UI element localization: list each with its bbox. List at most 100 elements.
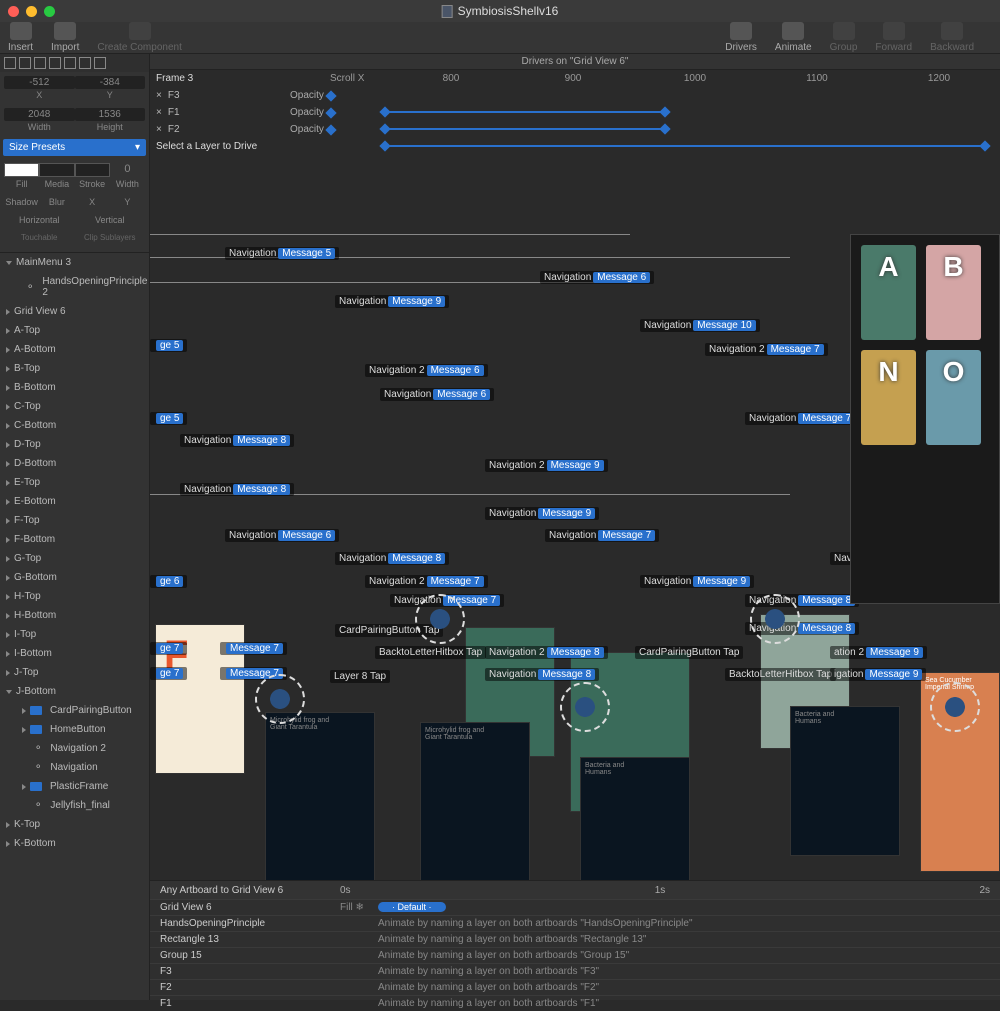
timeline-row[interactable]: F1Animate by naming a layer on both artb… [150,995,1000,1011]
minimize-window[interactable] [26,6,37,17]
layer-item[interactable]: D-Bottom [0,454,149,473]
layer-item[interactable]: I-Top [0,625,149,644]
artboard-g-detail[interactable]: Microhylid frog andGiant Tarantula [420,722,530,902]
navigation-tag[interactable]: NavigationMessage 6 [380,388,494,401]
navigation-tag[interactable]: Message 7 [220,642,287,655]
animate-button[interactable]: Animate [775,22,812,53]
layer-item[interactable]: K-Bottom [0,834,149,853]
navigation-tag[interactable]: NavigationMessage 9 [640,575,754,588]
layer-item[interactable]: J-Bottom [0,682,149,701]
layer-item[interactable]: ⚬Jellyfish_final [0,796,149,815]
navigation-tag[interactable]: NavigationMessage 9 [485,507,599,520]
navigation-tag[interactable]: ge 5 [150,339,187,352]
navigation-tag[interactable]: Navigation 2Message 8 [485,646,608,659]
navigation-tag[interactable]: Layer 8 Tap [330,670,390,683]
layer-item[interactable]: MainMenu 3 [0,253,149,272]
navigation-tag[interactable]: CardPairingButton Tap [635,646,743,659]
driver-track-f2[interactable] [385,145,985,147]
artboard-f-detail[interactable]: Microhylid frog andGiant Tarantula [265,712,375,892]
stroke-width-input[interactable]: 0 [110,163,145,177]
fill-swatch[interactable] [4,163,39,177]
stroke-swatch[interactable] [75,163,110,177]
navigation-tag[interactable]: ge 6 [150,575,187,588]
layer-item[interactable]: H-Top [0,587,149,606]
backward-button[interactable]: Backward [930,22,974,53]
timeline-row[interactable]: Group 15Animate by naming a layer on bot… [150,947,1000,963]
timeline-row[interactable]: Grid View 6Fill ❄· Default · [150,899,1000,915]
navigation-tag[interactable]: ge 7 [150,642,187,655]
navigation-tag[interactable]: NavigationMessage 5 [225,247,339,260]
artboard-i-detail[interactable]: Bacteria andHumans [790,706,900,856]
preview-card-n[interactable]: N [861,350,916,445]
import-button[interactable]: Import [51,22,79,53]
layer-item[interactable]: Grid View 6 [0,302,149,321]
height-input[interactable]: 1536 [75,108,146,121]
layer-item[interactable]: J-Top [0,663,149,682]
drivers-button[interactable]: Drivers [725,22,757,53]
media-input[interactable] [39,163,74,177]
group-button[interactable]: Group [830,22,858,53]
layer-item[interactable]: D-Top [0,435,149,454]
timeline-row[interactable]: F3Animate by naming a layer on both artb… [150,963,1000,979]
navigation-tag[interactable]: NavigationMessage 6 [540,271,654,284]
layer-item[interactable]: ⚬HandsOpeningPrinciple 2 [0,272,149,302]
layer-item[interactable]: H-Bottom [0,606,149,625]
layer-item[interactable]: PlasticFrame [0,777,149,796]
timeline-row[interactable]: Rectangle 13Animate by naming a layer on… [150,931,1000,947]
close-window[interactable] [8,6,19,17]
maximize-window[interactable] [44,6,55,17]
layer-item[interactable]: ⚬Navigation 2 [0,739,149,758]
preview-card-o[interactable]: O [926,350,981,445]
navigation-tag[interactable]: NavigationMessage 6 [225,529,339,542]
navigation-tag[interactable]: NavigationMessage 8 [180,434,294,447]
create-component-button[interactable]: Create Component [97,22,182,53]
navigation-tag[interactable]: NavigationMessage 10 [640,319,760,332]
forward-button[interactable]: Forward [875,22,912,53]
width-input[interactable]: 2048 [4,108,75,121]
preview-card-a[interactable]: A [861,245,916,340]
y-input[interactable]: -384 [75,76,146,89]
navigation-tag[interactable]: Navigation 2Message 6 [365,364,488,377]
size-presets-dropdown[interactable]: Size Presets▾ [3,139,146,156]
layer-item[interactable]: G-Top [0,549,149,568]
layer-item[interactable]: C-Bottom [0,416,149,435]
navigation-tag[interactable]: Navigation 2Message 9 [485,459,608,472]
navigation-tag[interactable]: Navigation 2Message 7 [705,343,828,356]
navigation-tag[interactable]: NavigationMessage 8 [485,668,599,681]
align-bar[interactable] [0,54,149,72]
x-input[interactable]: -512 [4,76,75,89]
navigation-tag[interactable]: NavigationMessage 7 [545,529,659,542]
timeline-row[interactable]: HandsOpeningPrincipleAnimate by naming a… [150,915,1000,931]
driver-track-f3[interactable] [385,111,665,113]
layer-item[interactable]: F-Bottom [0,530,149,549]
navigation-tag[interactable]: NavigationMessage 8 [180,483,294,496]
navigation-tag[interactable]: igationMessage 9 [830,668,926,681]
layer-item[interactable]: C-Top [0,397,149,416]
layer-item[interactable]: I-Bottom [0,644,149,663]
layer-item[interactable]: A-Bottom [0,340,149,359]
preview-card-b[interactable]: B [926,245,981,340]
navigation-tag[interactable]: BacktoLetterHitbox Tap [725,668,836,681]
layer-item[interactable]: B-Bottom [0,378,149,397]
navigation-tag[interactable]: NavigationMessage 7 [745,412,859,425]
navigation-tag[interactable]: ation 2Message 9 [830,646,927,659]
layer-item[interactable]: CardPairingButton [0,701,149,720]
navigation-tag[interactable]: Navigation 2Message 7 [365,575,488,588]
layer-item[interactable]: HomeButton [0,720,149,739]
navigation-tag[interactable]: NavigationMessage 8 [335,552,449,565]
layer-item[interactable]: B-Top [0,359,149,378]
layer-item[interactable]: E-Bottom [0,492,149,511]
timeline-row[interactable]: F2Animate by naming a layer on both artb… [150,979,1000,995]
layer-tree[interactable]: MainMenu 3⚬HandsOpeningPrinciple 2Grid V… [0,252,149,1000]
insert-button[interactable]: Insert [8,22,33,53]
driver-track-f1[interactable] [385,128,665,130]
layer-item[interactable]: F-Top [0,511,149,530]
layer-item[interactable]: K-Top [0,815,149,834]
navigation-tag[interactable]: ge 7 [150,667,187,680]
navigation-tag[interactable]: ge 5 [150,412,187,425]
navigation-tag[interactable]: NavigationMessage 9 [335,295,449,308]
layer-item[interactable]: E-Top [0,473,149,492]
canvas[interactable]: Drivers on "Grid View 6" Scroll X 800 90… [150,54,1000,1000]
layer-item[interactable]: G-Bottom [0,568,149,587]
layer-item[interactable]: ⚬Navigation [0,758,149,777]
